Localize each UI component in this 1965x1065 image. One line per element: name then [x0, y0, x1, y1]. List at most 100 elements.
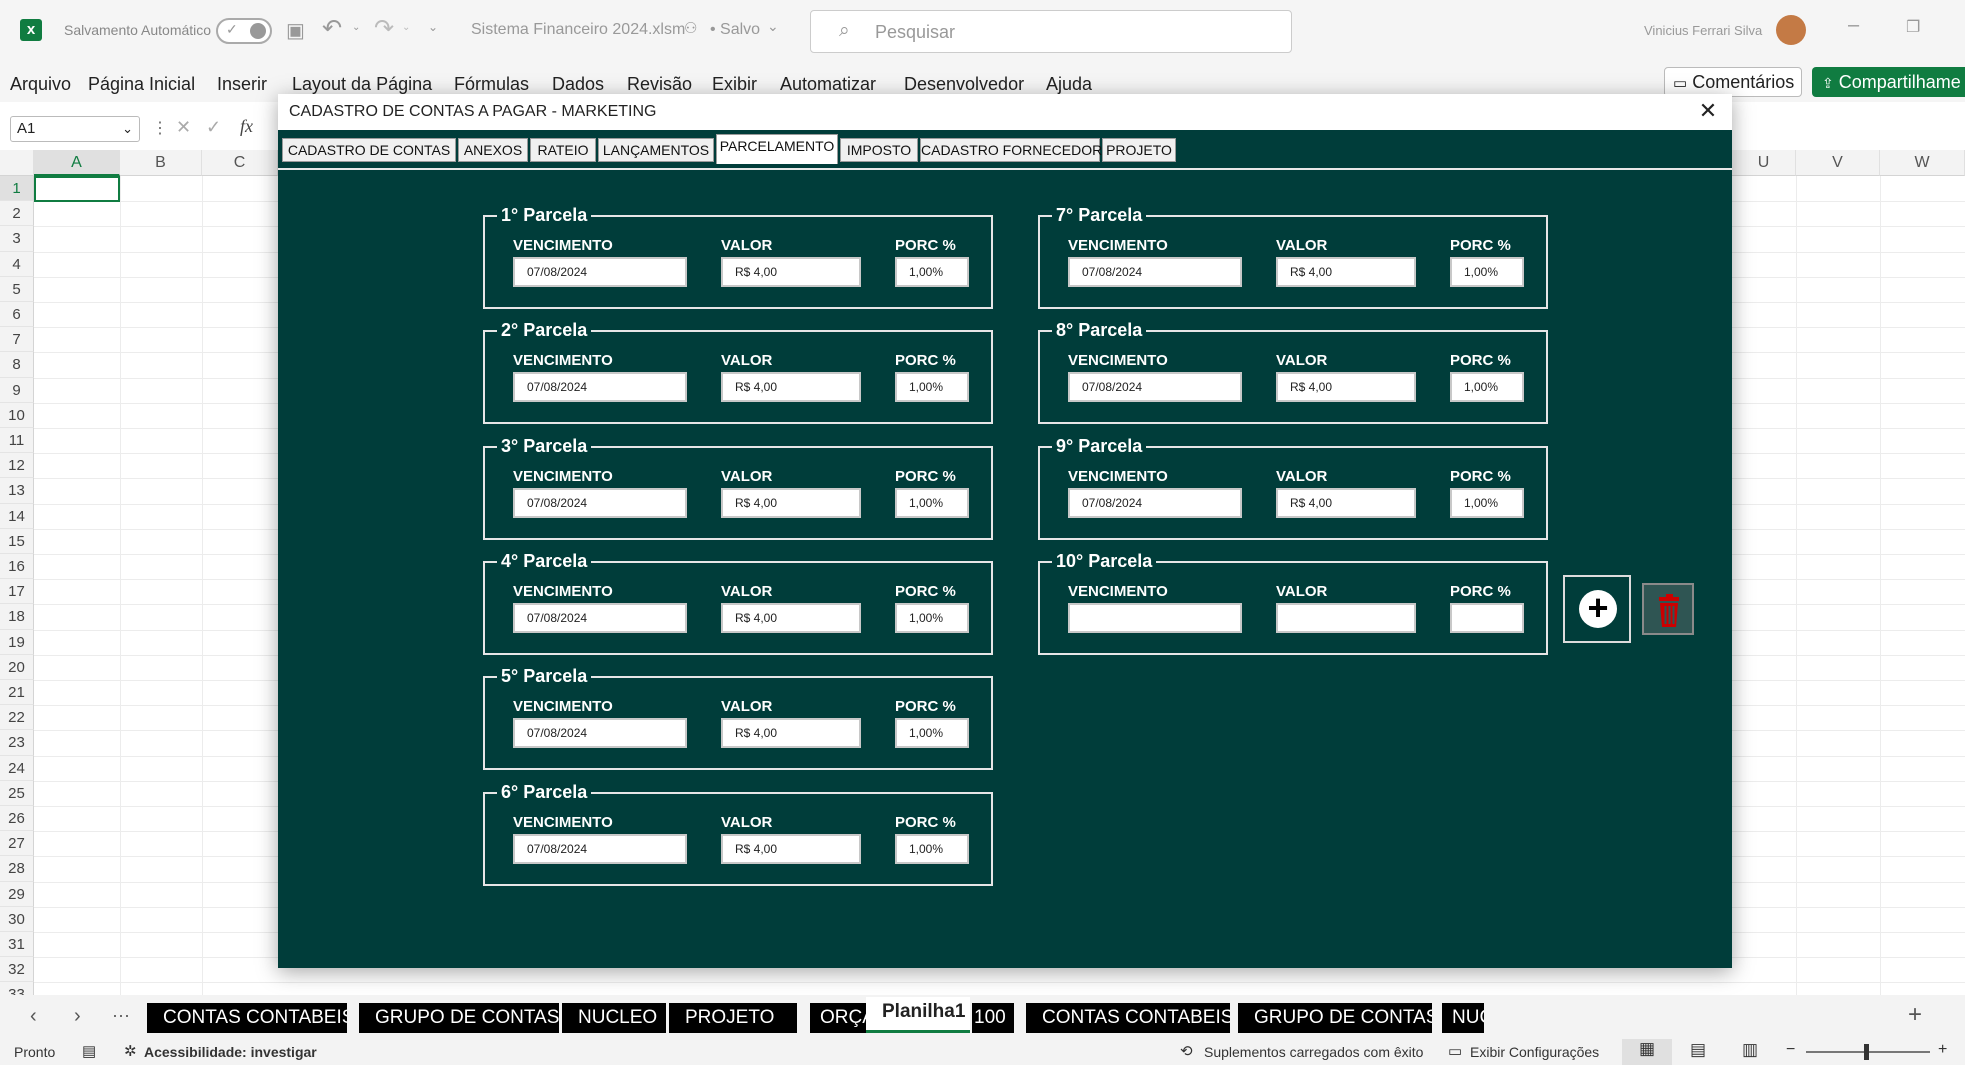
macro-record-icon[interactable]: ▤: [82, 1042, 96, 1060]
menu-layout[interactable]: Layout da Página: [292, 74, 432, 95]
restore-icon[interactable]: ❐: [1906, 17, 1920, 37]
row-header[interactable]: 19: [0, 629, 34, 655]
sheet-tab-grupo-de-contas-2[interactable]: GRUPO DE CONTAS: [1238, 1003, 1432, 1033]
row-header[interactable]: 32: [0, 957, 34, 983]
redo-icon[interactable]: ↷: [374, 14, 394, 43]
sheet-tab-contas-contabeis[interactable]: CONTAS CONTABEIS: [147, 1003, 347, 1033]
share-button[interactable]: ⇪ Compartilhame: [1812, 67, 1965, 97]
row-header[interactable]: 5: [0, 276, 34, 302]
sheet-tab-planilha1[interactable]: Planilha1: [866, 997, 970, 1033]
zoom-out-icon[interactable]: −: [1786, 1041, 1795, 1059]
sheet-tab-100[interactable]: 100: [972, 1003, 1014, 1033]
value-input[interactable]: R$ 4,00: [721, 257, 861, 287]
page-layout-view-icon[interactable]: ▤: [1690, 1040, 1706, 1060]
saved-status[interactable]: • Salvo: [710, 21, 760, 39]
chevron-down-icon[interactable]: ⌄: [122, 117, 133, 141]
menu-desenvolvedor[interactable]: Desenvolvedor: [904, 74, 1024, 95]
percent-input[interactable]: 1,00%: [895, 718, 969, 749]
menu-pagina-inicial[interactable]: Página Inicial: [88, 74, 195, 95]
normal-view-icon[interactable]: ▦: [1622, 1039, 1672, 1065]
display-settings-icon[interactable]: ▭: [1448, 1042, 1462, 1060]
row-header[interactable]: 24: [0, 755, 34, 781]
delete-installment-button[interactable]: [1642, 583, 1694, 635]
minimize-icon[interactable]: –: [1848, 14, 1859, 37]
row-header[interactable]: 2: [0, 201, 34, 227]
row-header[interactable]: 11: [0, 428, 34, 454]
page-break-view-icon[interactable]: ▥: [1742, 1040, 1758, 1060]
row-header[interactable]: 1: [0, 176, 34, 202]
due-date-input[interactable]: 07/08/2024: [1068, 257, 1242, 287]
column-header-c[interactable]: C: [202, 150, 278, 176]
sheet-tab-contas-contabeis-2[interactable]: CONTAS CONTABEIS: [1026, 1003, 1230, 1033]
sheet-tab-nucleo[interactable]: NUCLEO: [562, 1003, 666, 1033]
tab-parcelamento[interactable]: PARCELAMENTO: [716, 134, 838, 164]
percent-input[interactable]: 1,00%: [895, 602, 969, 633]
menu-dados[interactable]: Dados: [552, 74, 604, 95]
menu-formulas[interactable]: Fórmulas: [454, 74, 529, 95]
row-header[interactable]: 18: [0, 604, 34, 630]
row-header[interactable]: 20: [0, 654, 34, 680]
row-header[interactable]: 29: [0, 881, 34, 907]
menu-exibir[interactable]: Exibir: [712, 74, 757, 95]
menu-ajuda[interactable]: Ajuda: [1046, 74, 1092, 95]
close-icon[interactable]: ✕: [1694, 98, 1722, 126]
row-header[interactable]: 7: [0, 327, 34, 353]
tab-cadastro-de-contas[interactable]: CADASTRO DE CONTAS: [282, 138, 456, 162]
row-header[interactable]: 3: [0, 226, 34, 252]
cancel-formula-icon[interactable]: ✕: [176, 117, 191, 138]
add-sheet-icon[interactable]: +: [1908, 1001, 1922, 1029]
row-header[interactable]: 14: [0, 503, 34, 529]
autosave-toggle[interactable]: ✓: [216, 18, 272, 44]
row-header[interactable]: 21: [0, 680, 34, 706]
add-installment-button[interactable]: +: [1563, 575, 1631, 643]
value-input[interactable]: R$ 4,00: [721, 718, 861, 749]
due-date-input[interactable]: 07/08/2024: [513, 718, 687, 749]
zoom-in-icon[interactable]: +: [1938, 1041, 1947, 1059]
column-header-w[interactable]: W: [1880, 150, 1965, 176]
display-settings[interactable]: Exibir Configurações: [1470, 1044, 1599, 1060]
value-input[interactable]: R$ 4,00: [1276, 372, 1416, 403]
row-header[interactable]: 28: [0, 856, 34, 882]
menu-inserir[interactable]: Inserir: [217, 74, 267, 95]
sheet-tab-nuc[interactable]: NUC: [1442, 1003, 1484, 1033]
column-header-a[interactable]: A: [34, 150, 120, 176]
row-header[interactable]: 26: [0, 806, 34, 832]
due-date-input[interactable]: [1068, 602, 1242, 633]
menu-revisao[interactable]: Revisão: [627, 74, 692, 95]
value-input[interactable]: R$ 4,00: [721, 602, 861, 633]
tab-lancamentos[interactable]: LANÇAMENTOS: [598, 138, 714, 162]
confirm-formula-icon[interactable]: ✓: [206, 117, 221, 138]
row-header[interactable]: 27: [0, 831, 34, 857]
row-header[interactable]: 30: [0, 906, 34, 932]
percent-input[interactable]: 1,00%: [1450, 487, 1524, 518]
due-date-input[interactable]: 07/08/2024: [513, 372, 687, 403]
column-header-b[interactable]: B: [120, 150, 202, 176]
percent-input[interactable]: 1,00%: [895, 833, 969, 864]
value-input[interactable]: R$ 4,00: [721, 833, 861, 864]
row-header[interactable]: 10: [0, 402, 34, 428]
percent-input[interactable]: 1,00%: [895, 372, 969, 403]
row-header[interactable]: 4: [0, 251, 34, 277]
sheet-tab-grupo-de-contas[interactable]: GRUPO DE CONTAS: [359, 1003, 559, 1033]
row-header[interactable]: 12: [0, 453, 34, 479]
value-input[interactable]: R$ 4,00: [721, 487, 861, 518]
tab-cadastro-fornecedor[interactable]: CADASTRO FORNECEDOR: [920, 138, 1102, 162]
percent-input[interactable]: [1450, 602, 1524, 633]
due-date-input[interactable]: 07/08/2024: [1068, 487, 1242, 518]
insert-function-icon[interactable]: fx: [240, 116, 253, 137]
active-cell-a1[interactable]: [34, 176, 120, 202]
menu-arquivo[interactable]: Arquivo: [10, 74, 71, 95]
scroll-left-icon[interactable]: ‹: [30, 1005, 37, 1028]
due-date-input[interactable]: 07/08/2024: [1068, 372, 1242, 403]
value-input[interactable]: R$ 4,00: [1276, 487, 1416, 518]
select-all-corner[interactable]: [0, 150, 34, 176]
percent-input[interactable]: 1,00%: [895, 257, 969, 287]
tab-imposto[interactable]: IMPOSTO: [840, 138, 918, 162]
saved-dropdown-icon[interactable]: ⌄: [767, 18, 779, 35]
due-date-input[interactable]: 07/08/2024: [513, 487, 687, 518]
due-date-input[interactable]: 07/08/2024: [513, 602, 687, 633]
menu-automatizar[interactable]: Automatizar: [780, 74, 876, 95]
zoom-slider-thumb[interactable]: [1864, 1044, 1869, 1060]
undo-dropdown-icon[interactable]: ⌄: [352, 22, 360, 33]
sheet-tab-projeto[interactable]: PROJETO: [669, 1003, 797, 1033]
